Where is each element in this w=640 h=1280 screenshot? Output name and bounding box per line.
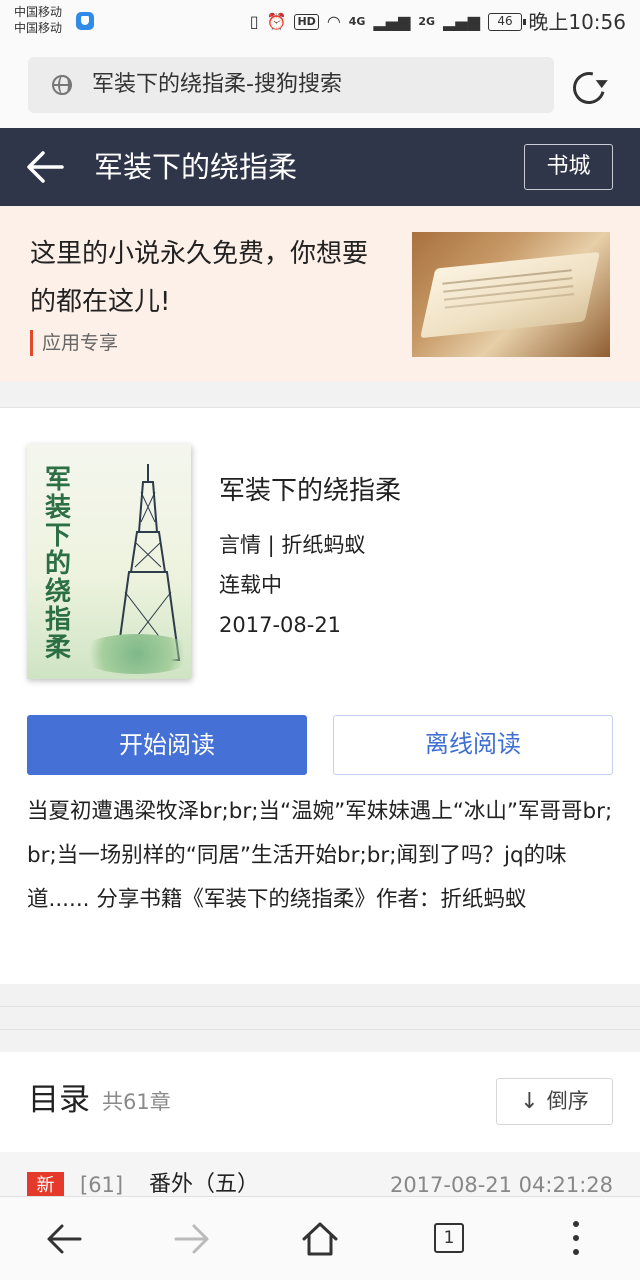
browser-bottom-nav: 1 [0, 1196, 640, 1280]
book-synopsis: 当夏初遭遇梁牧泽br;br;当“温婉”军妹妹遇上“冰山”军哥哥br;br;当一场… [27, 799, 613, 912]
hd-icon: HD [294, 14, 319, 30]
forward-icon[interactable] [170, 1217, 214, 1261]
app-promo-banner[interactable]: 这里的小说永久免费，你想要的都在这儿! 应用专享 [0, 206, 640, 382]
section-divider [0, 382, 640, 408]
status-bar: 中国移动 中国移动 ▯ ⏰ HD ◠ 4G ▂▄▆ 2G ▂▄▆ 46 晚上10… [0, 0, 640, 44]
book-cover[interactable]: 军装下的绕指柔 [27, 444, 191, 679]
refresh-icon[interactable] [567, 66, 611, 110]
chapter-count: 共61章 [102, 1090, 171, 1114]
back-icon[interactable] [42, 1217, 86, 1261]
section-divider-2 [0, 984, 640, 1052]
book-category-author: 言情 | 折纸蚂蚁 [219, 533, 366, 557]
arrow-down-icon: ↓ [520, 1089, 539, 1114]
toc-header: 目录 共61章 ↓ 倒序 [0, 1052, 640, 1152]
vibrate-icon: ▯ [249, 12, 259, 31]
more-menu-icon[interactable] [554, 1217, 598, 1261]
banner-tag: 应用专享 [30, 330, 118, 356]
reverse-sort-button[interactable]: ↓ 倒序 [496, 1078, 613, 1125]
status-icons: ▯ ⏰ HD ◠ 4G ▂▄▆ 2G ▂▄▆ 46 [249, 10, 526, 34]
wifi-icon: ◠ [326, 12, 341, 31]
home-icon[interactable] [298, 1217, 342, 1261]
address-bar: 军装下的绕指柔-搜狗搜索 [0, 44, 640, 128]
carrier-1: 中国移动 [14, 5, 63, 19]
battery-icon: 46 [488, 13, 526, 31]
sort-label: 倒序 [546, 1089, 589, 1113]
globe-icon [52, 75, 72, 95]
book-info-card: 军装下的绕指柔 军装下的绕指柔 言情 | 折纸蚂蚁 连载中 2017-08-21… [0, 408, 640, 984]
alarm-icon: ⏰ [266, 12, 287, 31]
open-book-image [412, 232, 610, 357]
back-arrow-icon[interactable] [26, 150, 64, 184]
tabs-button[interactable]: 1 [426, 1217, 470, 1261]
book-update-date: 2017-08-21 [219, 613, 342, 637]
book-status: 连载中 [219, 573, 282, 597]
book-name: 军装下的绕指柔 [219, 476, 402, 506]
toc-title: 目录 [28, 1082, 90, 1118]
signal-4g-icon: 4G [348, 15, 366, 28]
carrier-info: 中国移动 中国移动 [14, 4, 62, 36]
bookstore-button[interactable]: 书城 [524, 144, 613, 190]
cover-foliage [77, 634, 191, 674]
status-time: 晚上10:56 [528, 10, 626, 34]
signal-bars-2-icon: ▂▄▆ [443, 12, 480, 31]
eiffel-tower-icon [115, 464, 181, 661]
start-reading-button[interactable]: 开始阅读 [27, 715, 307, 775]
tab-count: 1 [434, 1223, 464, 1253]
banner-headline: 这里的小说永久免费，你想要的都在这儿! [30, 239, 369, 317]
menu-dots [573, 1221, 579, 1227]
offline-reading-button[interactable]: 离线阅读 [333, 715, 613, 775]
page-header: 军装下的绕指柔 书城 [0, 128, 640, 206]
carrier-2: 中国移动 [14, 21, 63, 35]
shield-icon [76, 12, 94, 30]
signal-2g-icon: 2G [418, 15, 436, 28]
url-field[interactable]: 军装下的绕指柔-搜狗搜索 [28, 57, 554, 113]
url-text: 军装下的绕指柔-搜狗搜索 [92, 72, 342, 97]
signal-bars-icon: ▂▄▆ [373, 12, 411, 31]
cover-title: 军装下的绕指柔 [45, 465, 72, 663]
page-title: 军装下的绕指柔 [94, 150, 298, 184]
